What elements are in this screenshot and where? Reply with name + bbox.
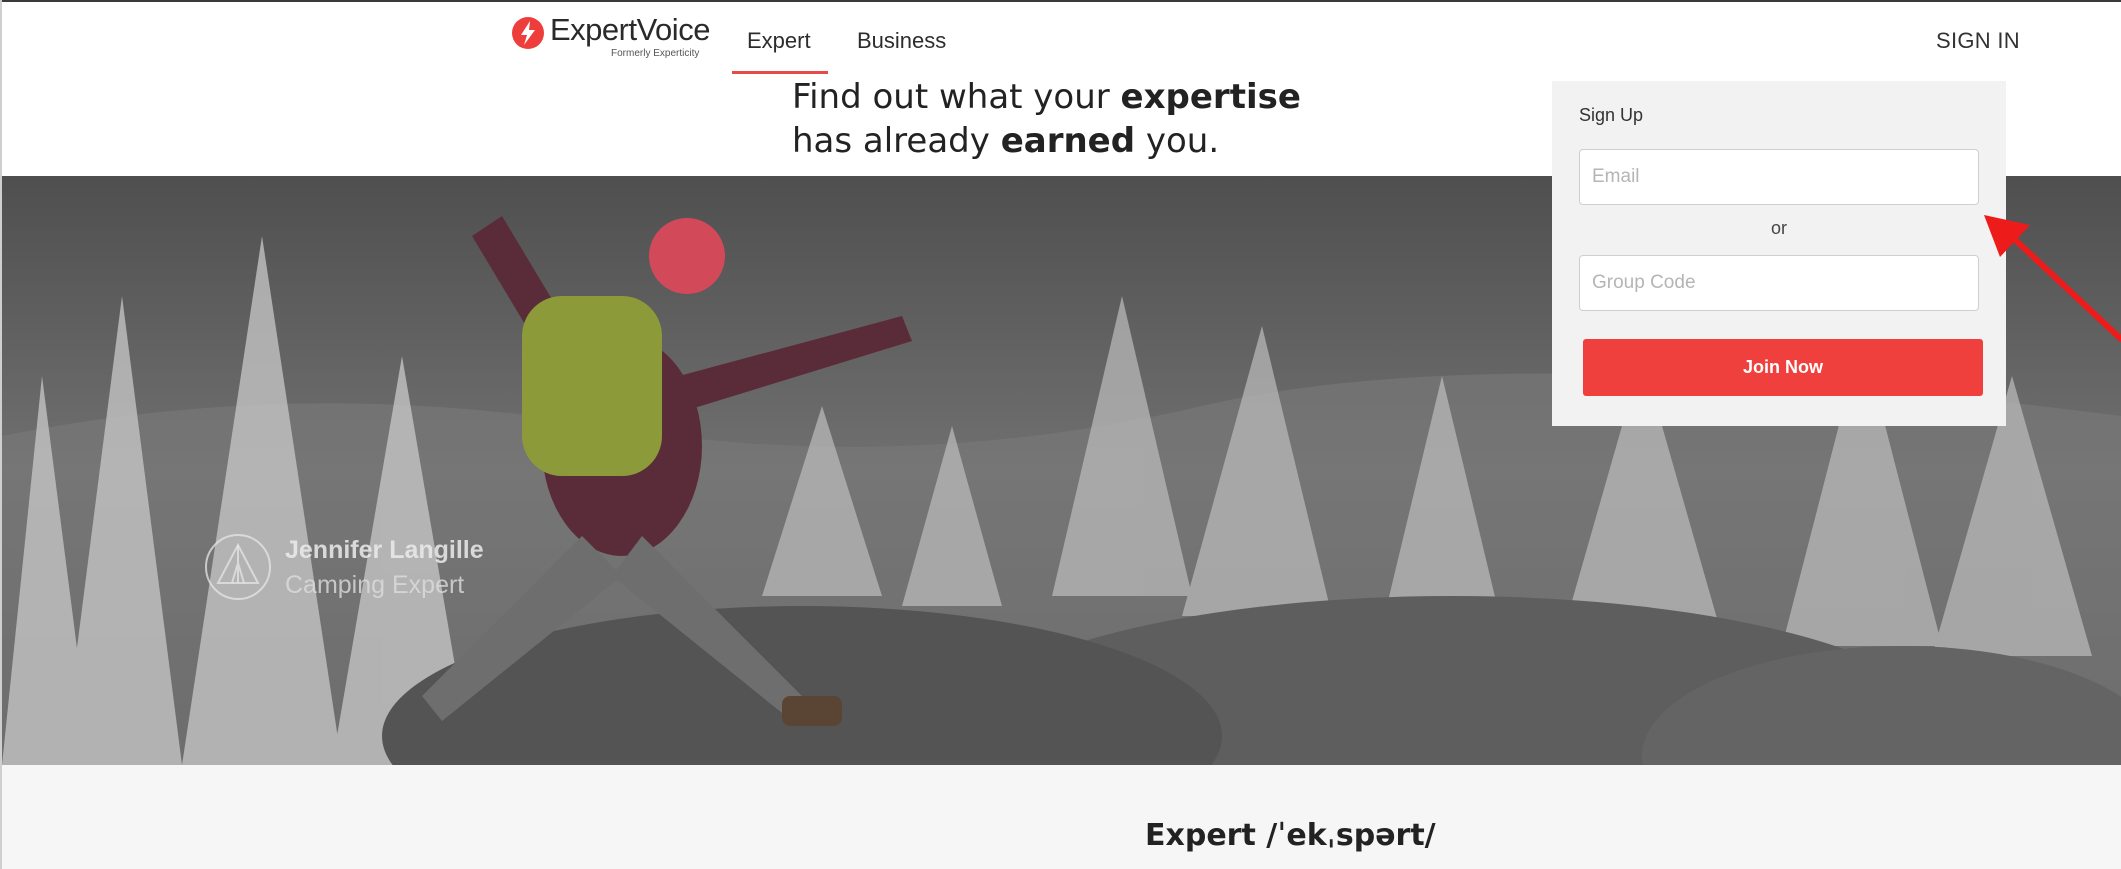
expert-role: Camping Expert [285,571,465,599]
headline-line-2: has already earned you. [792,121,1220,161]
tab-business[interactable]: Business [857,28,946,54]
headline-line-1: Find out what your expertise [792,77,1301,117]
expert-name: Jennifer Langille [285,536,484,564]
active-tab-indicator [732,71,828,74]
brand-name: ExpertVoice [550,12,710,47]
group-code-input[interactable] [1579,255,1979,311]
email-input[interactable] [1579,149,1979,205]
hero-headline: Find out what your expertise has already… [792,75,1301,163]
expertvoice-logo[interactable]: ExpertVoice Formerly Experticity [511,12,711,64]
window-top-border [0,0,2121,2]
tab-expert[interactable]: Expert [747,28,811,54]
sign-in-link[interactable]: SIGN IN [1936,28,2020,54]
signup-title: Sign Up [1579,105,1644,125]
expert-badge: Jennifer Langille Camping Expert [204,533,534,613]
lightning-bolt-icon [512,17,544,49]
expert-definition: Expert /ˈekˌspərt/ [1145,818,1436,853]
definition-section [2,765,2121,869]
tent-icon [205,534,271,600]
brand-subtitle: Formerly Experticity [611,48,700,59]
red-arrow-icon [1984,215,2121,342]
signup-card: Sign Up or Join Now [1552,81,2006,426]
or-separator: or [1770,218,1787,238]
join-now-button[interactable]: Join Now [1583,339,1983,396]
